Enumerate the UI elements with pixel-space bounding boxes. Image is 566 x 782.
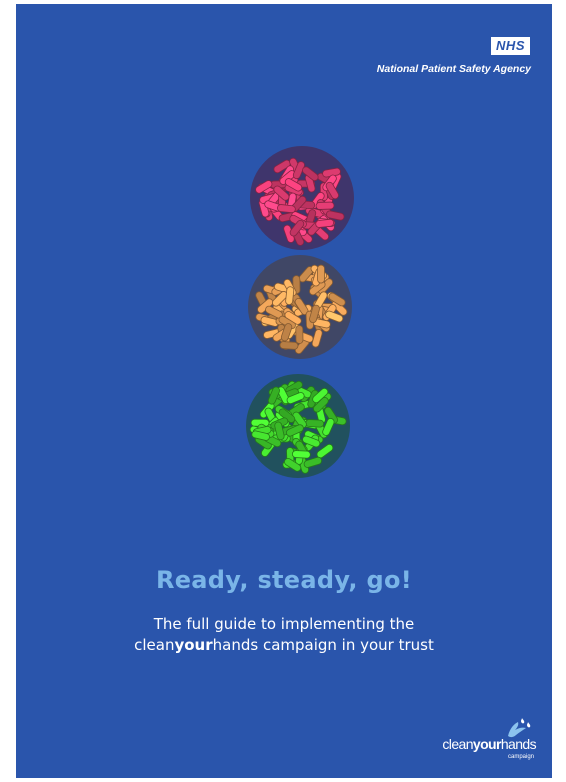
green-bacteria-cluster-icon: [246, 374, 350, 478]
subtitle-line-2: cleanyourhands campaign in your trust: [134, 636, 434, 654]
subtitle-line-1: The full guide to implementing the: [153, 615, 415, 633]
amber-bacteria-cluster-icon: [248, 255, 352, 359]
cover-headline: Ready, steady, go!: [155, 566, 413, 594]
cleanyourhands-logo: cleanyourhands campaign: [406, 716, 537, 766]
red-bacteria-cluster-icon: [250, 146, 354, 250]
report-cover: NHS National Patient Safety Agency Ready…: [16, 4, 552, 778]
cover-subtitle: The full guide to implementing the clean…: [16, 614, 552, 656]
traffic-light-illustration: [246, 146, 354, 478]
campaign-wordmark: cleanyourhands: [442, 736, 536, 752]
campaign-label: campaign: [507, 754, 534, 760]
